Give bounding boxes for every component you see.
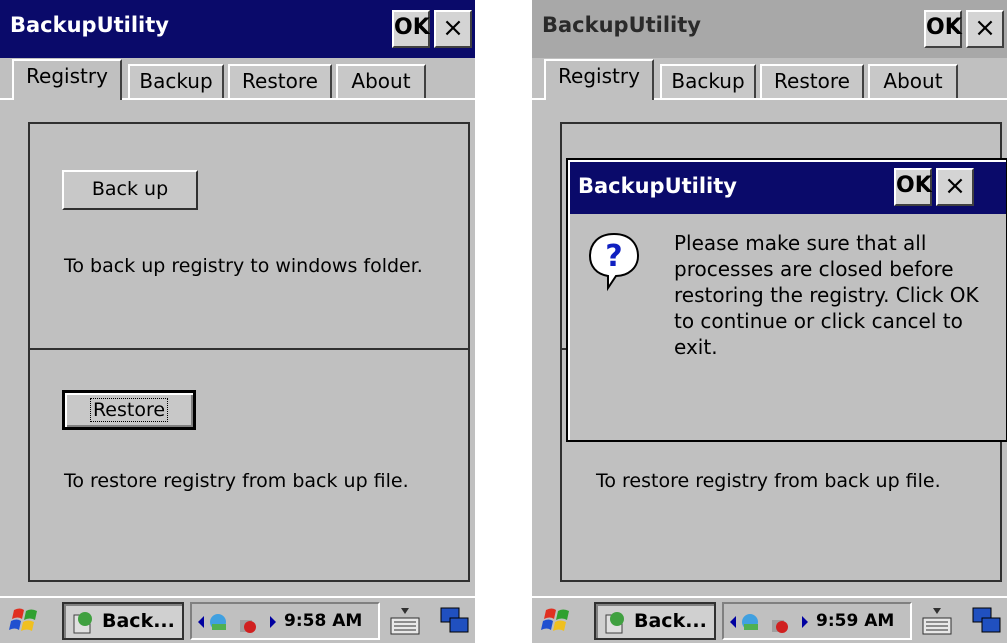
taskbar-app-label: Back... [102,610,175,632]
tab-strip: Registry Backup Restore About [0,58,475,100]
tab-restore[interactable]: Restore [760,64,864,98]
title-ok-button[interactable]: OK [392,10,430,48]
clock: 9:58 AM [284,611,363,631]
window-title: BackupUtility [10,13,169,37]
title-close-button[interactable]: × [434,10,472,48]
tab-strip: Registry Backup Restore About [532,58,1007,100]
dialog-ok-button[interactable]: OK [894,168,932,206]
right-screen: BackupUtility OK × Registry Backup Resto… [532,0,1007,643]
show-desktop-icon[interactable] [970,604,1004,638]
taskbar-app-button[interactable]: Back... [594,602,716,640]
taskbar-app-label: Back... [634,610,707,632]
show-desktop-icon[interactable] [438,604,472,638]
tab-backup[interactable]: Backup [128,64,224,98]
system-tray: 9:59 AM [722,602,912,640]
keyboard-icon[interactable] [388,604,422,638]
taskbar: Back... 9:58 AM [0,596,475,643]
title-close-button[interactable]: × [966,10,1004,48]
restore-button[interactable]: Restore [62,390,196,430]
start-flag-icon[interactable] [6,604,44,638]
tab-about[interactable]: About [336,64,426,98]
window-title: BackupUtility [542,13,701,37]
restore-description: To restore registry from back up file. [64,470,409,492]
backup-description: To back up registry to windows folder. [64,255,423,277]
tab-backup[interactable]: Backup [660,64,756,98]
tab-restore[interactable]: Restore [228,64,332,98]
dialog-title-bar: BackupUtility OK × [570,162,1006,214]
title-bar: BackupUtility OK × [0,0,475,58]
system-tray: 9:58 AM [190,602,380,640]
title-bar: BackupUtility OK × [532,0,1007,58]
dialog-message: Please make sure that all processes are … [674,231,979,359]
dialog-close-button[interactable]: × [936,168,974,206]
confirm-dialog: BackupUtility OK × ? Please make sure th… [566,158,1007,442]
app-icon [605,612,624,634]
svg-text:?: ? [605,239,622,274]
taskbar: Back... 9:59 AM [532,596,1007,643]
tray-icons[interactable] [196,610,282,634]
backup-button[interactable]: Back up [62,170,198,210]
panel-divider [28,348,470,350]
dialog-title: BackupUtility [578,174,737,198]
app-icon [73,612,92,634]
tray-icons[interactable] [728,610,814,634]
title-ok-button[interactable]: OK [924,10,962,48]
taskbar-app-button[interactable]: Back... [62,602,184,640]
start-flag-icon[interactable] [538,604,576,638]
left-screen: BackupUtility OK × Registry Backup Resto… [0,0,475,643]
question-icon: ? [588,232,640,292]
tab-registry[interactable]: Registry [12,59,122,100]
restore-description: To restore registry from back up file. [596,470,941,492]
restore-button-label: Restore [89,398,169,422]
clock: 9:59 AM [816,611,895,631]
tab-registry[interactable]: Registry [544,59,654,100]
tab-about[interactable]: About [868,64,958,98]
keyboard-icon[interactable] [920,604,954,638]
